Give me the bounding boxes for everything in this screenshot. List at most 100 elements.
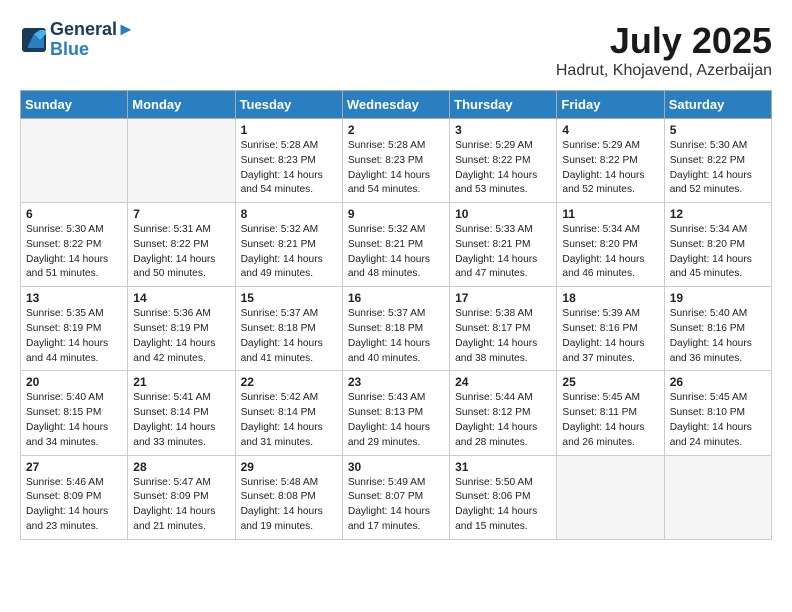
col-header-wednesday: Wednesday [342,91,449,119]
day-info: Sunrise: 5:42 AMSunset: 8:14 PMDaylight:… [241,391,337,450]
col-header-friday: Friday [557,91,664,119]
calendar-cell: 4Sunrise: 5:29 AMSunset: 8:22 PMDaylight… [557,119,664,203]
day-info: Sunrise: 5:33 AMSunset: 8:21 PMDaylight:… [455,223,551,282]
calendar-cell: 20 Sunrise: 5:40 AMSunset: 8:15 PMDayligh… [21,371,128,455]
day-number: 19 [670,291,766,305]
day-info: Sunrise: 5:37 AMSunset: 8:18 PMDaylight:… [241,307,337,366]
day-number: 14 [133,291,229,305]
calendar-cell: 1 Sunrise: 5:28 AMSunset: 8:23 PMDaylight… [235,119,342,203]
week-row-3: 13 Sunrise: 5:35 AMSunset: 8:19 PMDayligh… [21,287,772,371]
day-number: 1 [241,123,337,137]
day-info: Sunrise: 5:28 AMSunset: 8:23 PMDaylight:… [348,139,444,198]
calendar-cell: 31 Sunrise: 5:50 AMSunset: 8:06 PMDayligh… [450,455,557,539]
day-number: 9 [348,207,444,221]
calendar-cell [664,455,771,539]
day-info: Sunrise: 5:32 AMSunset: 8:21 PMDaylight:… [241,223,337,282]
day-number: 27 [26,460,122,474]
day-info: Sunrise: 5:46 AMSunset: 8:09 PMDaylight:… [26,476,122,535]
day-number: 15 [241,291,337,305]
day-number: 11 [562,207,658,221]
calendar-cell [557,455,664,539]
day-number: 12 [670,207,766,221]
day-number: 16 [348,291,444,305]
day-number: 13 [26,291,122,305]
day-info: Sunrise: 5:34 AMSunset: 8:20 PMDaylight:… [670,223,766,282]
calendar-cell: 25 Sunrise: 5:45 AMSunset: 8:11 PMDayligh… [557,371,664,455]
calendar-cell: 18Sunrise: 5:39 AMSunset: 8:16 PMDayligh… [557,287,664,371]
day-number: 22 [241,375,337,389]
month-year-title: July 2025 [556,20,772,62]
day-info: Sunrise: 5:30 AMSunset: 8:22 PMDaylight:… [670,139,766,198]
calendar-cell: 5 Sunrise: 5:30 AMSunset: 8:22 PMDaylight… [664,119,771,203]
calendar-cell [21,119,128,203]
day-number: 6 [26,207,122,221]
col-header-sunday: Sunday [21,91,128,119]
day-number: 2 [348,123,444,137]
day-number: 5 [670,123,766,137]
calendar-cell: 21Sunrise: 5:41 AMSunset: 8:14 PMDayligh… [128,371,235,455]
day-number: 8 [241,207,337,221]
calendar-cell: 17Sunrise: 5:38 AMSunset: 8:17 PMDayligh… [450,287,557,371]
col-header-saturday: Saturday [664,91,771,119]
col-header-thursday: Thursday [450,91,557,119]
col-header-tuesday: Tuesday [235,91,342,119]
day-number: 25 [562,375,658,389]
calendar-cell [128,119,235,203]
calendar-cell: 10 Sunrise: 5:33 AMSunset: 8:21 PMDayligh… [450,203,557,287]
day-info: Sunrise: 5:41 AMSunset: 8:14 PMDaylight:… [133,391,229,450]
calendar-cell: 22 Sunrise: 5:42 AMSunset: 8:14 PMDayligh… [235,371,342,455]
day-number: 23 [348,375,444,389]
day-number: 7 [133,207,229,221]
calendar-cell: 2 Sunrise: 5:28 AMSunset: 8:23 PMDaylight… [342,119,449,203]
calendar-cell: 8 Sunrise: 5:32 AMSunset: 8:21 PMDaylight… [235,203,342,287]
calendar-cell: 30 Sunrise: 5:49 AMSunset: 8:07 PMDayligh… [342,455,449,539]
calendar-header-row: SundayMondayTuesdayWednesdayThursdayFrid… [21,91,772,119]
calendar-cell: 11 Sunrise: 5:34 AMSunset: 8:20 PMDayligh… [557,203,664,287]
calendar-cell: 3Sunrise: 5:29 AMSunset: 8:22 PMDaylight… [450,119,557,203]
day-number: 10 [455,207,551,221]
day-number: 20 [26,375,122,389]
title-block: July 2025 Hadrut, Khojavend, Azerbaijan [556,20,772,80]
day-info: Sunrise: 5:28 AMSunset: 8:23 PMDaylight:… [241,139,337,198]
week-row-2: 6Sunrise: 5:30 AMSunset: 8:22 PMDaylight… [21,203,772,287]
week-row-5: 27 Sunrise: 5:46 AMSunset: 8:09 PMDayligh… [21,455,772,539]
day-number: 17 [455,291,551,305]
day-info: Sunrise: 5:44 AMSunset: 8:12 PMDaylight:… [455,391,551,450]
calendar-cell: 24 Sunrise: 5:44 AMSunset: 8:12 PMDayligh… [450,371,557,455]
calendar-cell: 27 Sunrise: 5:46 AMSunset: 8:09 PMDayligh… [21,455,128,539]
calendar-cell: 13 Sunrise: 5:35 AMSunset: 8:19 PMDayligh… [21,287,128,371]
day-info: Sunrise: 5:32 AMSunset: 8:21 PMDaylight:… [348,223,444,282]
week-row-4: 20 Sunrise: 5:40 AMSunset: 8:15 PMDayligh… [21,371,772,455]
calendar-cell: 14Sunrise: 5:36 AMSunset: 8:19 PMDayligh… [128,287,235,371]
day-number: 24 [455,375,551,389]
logo: General► Blue [20,20,135,60]
calendar-cell: 19Sunrise: 5:40 AMSunset: 8:16 PMDayligh… [664,287,771,371]
day-info: Sunrise: 5:50 AMSunset: 8:06 PMDaylight:… [455,476,551,535]
calendar-cell: 15 Sunrise: 5:37 AMSunset: 8:18 PMDayligh… [235,287,342,371]
day-info: Sunrise: 5:49 AMSunset: 8:07 PMDaylight:… [348,476,444,535]
day-info: Sunrise: 5:34 AMSunset: 8:20 PMDaylight:… [562,223,658,282]
day-number: 31 [455,460,551,474]
calendar-cell: 9 Sunrise: 5:32 AMSunset: 8:21 PMDaylight… [342,203,449,287]
day-info: Sunrise: 5:40 AMSunset: 8:15 PMDaylight:… [26,391,122,450]
day-number: 3 [455,123,551,137]
day-info: Sunrise: 5:43 AMSunset: 8:13 PMDaylight:… [348,391,444,450]
calendar-table: SundayMondayTuesdayWednesdayThursdayFrid… [20,90,772,540]
logo-icon [20,26,48,54]
calendar-cell: 7 Sunrise: 5:31 AMSunset: 8:22 PMDaylight… [128,203,235,287]
calendar-cell: 16Sunrise: 5:37 AMSunset: 8:18 PMDayligh… [342,287,449,371]
day-info: Sunrise: 5:31 AMSunset: 8:22 PMDaylight:… [133,223,229,282]
day-info: Sunrise: 5:35 AMSunset: 8:19 PMDaylight:… [26,307,122,366]
calendar-cell: 26Sunrise: 5:45 AMSunset: 8:10 PMDayligh… [664,371,771,455]
day-info: Sunrise: 5:45 AMSunset: 8:11 PMDaylight:… [562,391,658,450]
day-number: 30 [348,460,444,474]
day-info: Sunrise: 5:47 AMSunset: 8:09 PMDaylight:… [133,476,229,535]
location-subtitle: Hadrut, Khojavend, Azerbaijan [556,62,772,80]
day-number: 4 [562,123,658,137]
day-number: 29 [241,460,337,474]
week-row-1: 1 Sunrise: 5:28 AMSunset: 8:23 PMDaylight… [21,119,772,203]
logo-text: General► Blue [50,20,135,60]
calendar-cell: 28Sunrise: 5:47 AMSunset: 8:09 PMDayligh… [128,455,235,539]
calendar-cell: 29Sunrise: 5:48 AMSunset: 8:08 PMDayligh… [235,455,342,539]
page-header: General► Blue July 2025 Hadrut, Khojaven… [20,20,772,80]
